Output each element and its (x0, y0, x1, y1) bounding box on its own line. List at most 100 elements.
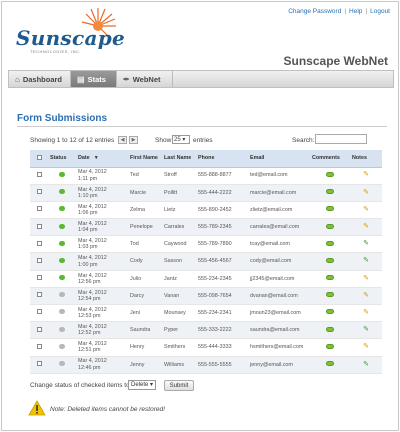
warning-icon (28, 400, 46, 416)
email-link[interactable]: marcie@email.com (248, 184, 310, 202)
select-all-checkbox[interactable] (36, 154, 42, 160)
header-first-name[interactable]: First Name (128, 150, 162, 168)
comment-bubble-icon[interactable] (326, 240, 334, 246)
table-row[interactable]: Mar 4, 2012 12:54 pm Darcy Vanan 555-098-765… (30, 287, 382, 306)
email-link[interactable]: jj2345@email.com (248, 270, 310, 288)
date-cell: Mar 4, 2012 12:52 pm (76, 321, 128, 340)
table-row[interactable]: Mar 4, 2012 1:04 pm Penelope Carrales 555-78… (30, 218, 382, 237)
row-select-cell[interactable] (30, 356, 48, 374)
help-link[interactable]: Help (349, 8, 362, 15)
row-checkbox[interactable] (36, 240, 42, 246)
row-checkbox[interactable] (36, 275, 42, 281)
email-link[interactable]: tcay@email.com (248, 235, 310, 254)
row-checkbox[interactable] (36, 326, 42, 332)
comment-bubble-icon[interactable] (326, 275, 334, 281)
table-row[interactable]: Mar 4, 2012 12:56 pm Julio Jantz 555-234-234… (30, 270, 382, 288)
row-checkbox[interactable] (36, 361, 42, 367)
table-row[interactable]: Mar 4, 2012 1:10 pm Marcie Pollitt 555-444-2… (30, 184, 382, 202)
edit-note-icon[interactable]: ✎ (363, 223, 369, 230)
comment-bubble-icon[interactable] (326, 257, 334, 263)
row-checkbox[interactable] (36, 223, 42, 229)
edit-note-icon[interactable]: ✎ (363, 206, 369, 213)
table-row[interactable]: Mar 4, 2012 1:03 pm Tod Caywood 555-789-7890… (30, 235, 382, 254)
row-checkbox[interactable] (36, 189, 42, 195)
comment-bubble-icon[interactable] (326, 309, 334, 315)
row-select-cell[interactable] (30, 235, 48, 254)
change-password-link[interactable]: Change Password (288, 8, 341, 15)
email-link[interactable]: saundra@email.com (248, 321, 310, 340)
email-link[interactable]: zlietz@email.com (248, 201, 310, 220)
row-select-cell[interactable] (30, 304, 48, 323)
email-link[interactable]: jenny@email.com (248, 356, 310, 374)
header-last-name[interactable]: Last Name (162, 150, 196, 168)
row-checkbox[interactable] (36, 343, 42, 349)
table-row[interactable]: Mar 4, 2012 1:00 pm Cody Sasson 555-456-4567… (30, 252, 382, 271)
tab-stats[interactable]: ▤ Stats (71, 71, 117, 87)
row-checkbox[interactable] (36, 257, 42, 263)
header-phone[interactable]: Phone (196, 150, 248, 168)
comment-bubble-icon[interactable] (326, 292, 334, 298)
row-select-cell[interactable] (30, 252, 48, 271)
edit-note-icon[interactable]: ✎ (363, 326, 369, 333)
edit-note-icon[interactable]: ✎ (363, 309, 369, 316)
comments-cell (310, 338, 350, 357)
table-row[interactable]: Mar 4, 2012 12:52 pm Saundra Pyper 555-333-2… (30, 321, 382, 340)
header-comments[interactable]: Comments (310, 150, 350, 168)
row-select-cell[interactable] (30, 184, 48, 202)
table-row[interactable]: Mar 4, 2012 12:51 pm Henry Smithers 555-444-… (30, 338, 382, 357)
row-select-cell[interactable] (30, 218, 48, 237)
row-checkbox[interactable] (36, 309, 42, 315)
email-link[interactable]: ted@email.com (248, 167, 310, 185)
header-notes[interactable]: Notes (350, 150, 382, 168)
comment-bubble-icon[interactable] (326, 171, 334, 177)
edit-note-icon[interactable]: ✎ (363, 257, 369, 264)
comment-bubble-icon[interactable] (326, 206, 334, 212)
row-select-cell[interactable] (30, 201, 48, 220)
comments-cell (310, 270, 350, 288)
row-select-cell[interactable] (30, 321, 48, 340)
edit-note-icon[interactable]: ✎ (363, 361, 369, 368)
page-size-select[interactable]: 25 ▾ (172, 135, 190, 144)
edit-note-icon[interactable]: ✎ (363, 240, 369, 247)
edit-note-icon[interactable]: ✎ (363, 171, 369, 178)
next-page-button[interactable]: ▶ (129, 136, 138, 144)
comment-bubble-icon[interactable] (326, 343, 334, 349)
table-row[interactable]: Mar 4, 2012 1:11 pm Ted Stroff 555-888-8877 t… (30, 167, 382, 185)
row-checkbox[interactable] (36, 171, 42, 177)
comment-bubble-icon[interactable] (326, 189, 334, 195)
email-link[interactable]: jmoun23@email.com (248, 304, 310, 323)
row-checkbox[interactable] (36, 292, 42, 298)
email-link[interactable]: dvanan@email.com (248, 287, 310, 306)
tab-webnet[interactable]: ✒ WebNet (117, 71, 173, 87)
edit-note-icon[interactable]: ✎ (363, 275, 369, 282)
submit-button[interactable]: Submit (164, 380, 194, 391)
select-all-header[interactable] (30, 150, 48, 168)
header-email[interactable]: Email (248, 150, 310, 168)
edit-note-icon[interactable]: ✎ (363, 189, 369, 196)
header-date[interactable]: Date ▼ (76, 150, 128, 168)
table-row[interactable]: Mar 4, 2012 12:53 pm Jeni Mounsey 555-234-23… (30, 304, 382, 323)
row-select-cell[interactable] (30, 167, 48, 185)
comment-bubble-icon[interactable] (326, 326, 334, 332)
table-row[interactable]: Mar 4, 2012 1:06 pm Zelma Lietz 555-890-2452… (30, 201, 382, 220)
prev-page-button[interactable]: ◀ (118, 136, 127, 144)
logo[interactable]: Sunscape TECHNOLOGIES, INC. (8, 8, 128, 58)
tab-dashboard[interactable]: ⌂ Dashboard (9, 71, 71, 87)
row-select-cell[interactable] (30, 338, 48, 357)
date-cell: Mar 4, 2012 12:54 pm (76, 287, 128, 306)
bulk-status-select[interactable]: Delete ▾ (128, 380, 156, 390)
header-status[interactable]: Status (48, 150, 76, 168)
comment-bubble-icon[interactable] (326, 361, 334, 367)
email-link[interactable]: cody@email.com (248, 252, 310, 271)
edit-note-icon[interactable]: ✎ (363, 292, 369, 299)
table-row[interactable]: Mar 4, 2012 12:46 pm Jenny Williams 555-555-… (30, 356, 382, 374)
edit-note-icon[interactable]: ✎ (363, 343, 369, 350)
email-link[interactable]: hsmithers@email.com (248, 338, 310, 357)
email-link[interactable]: carrales@email.com (248, 218, 310, 237)
search-input[interactable] (315, 134, 367, 144)
row-checkbox[interactable] (36, 206, 42, 212)
row-select-cell[interactable] (30, 270, 48, 288)
row-select-cell[interactable] (30, 287, 48, 306)
logout-link[interactable]: Logout (370, 8, 390, 15)
comment-bubble-icon[interactable] (326, 223, 334, 229)
